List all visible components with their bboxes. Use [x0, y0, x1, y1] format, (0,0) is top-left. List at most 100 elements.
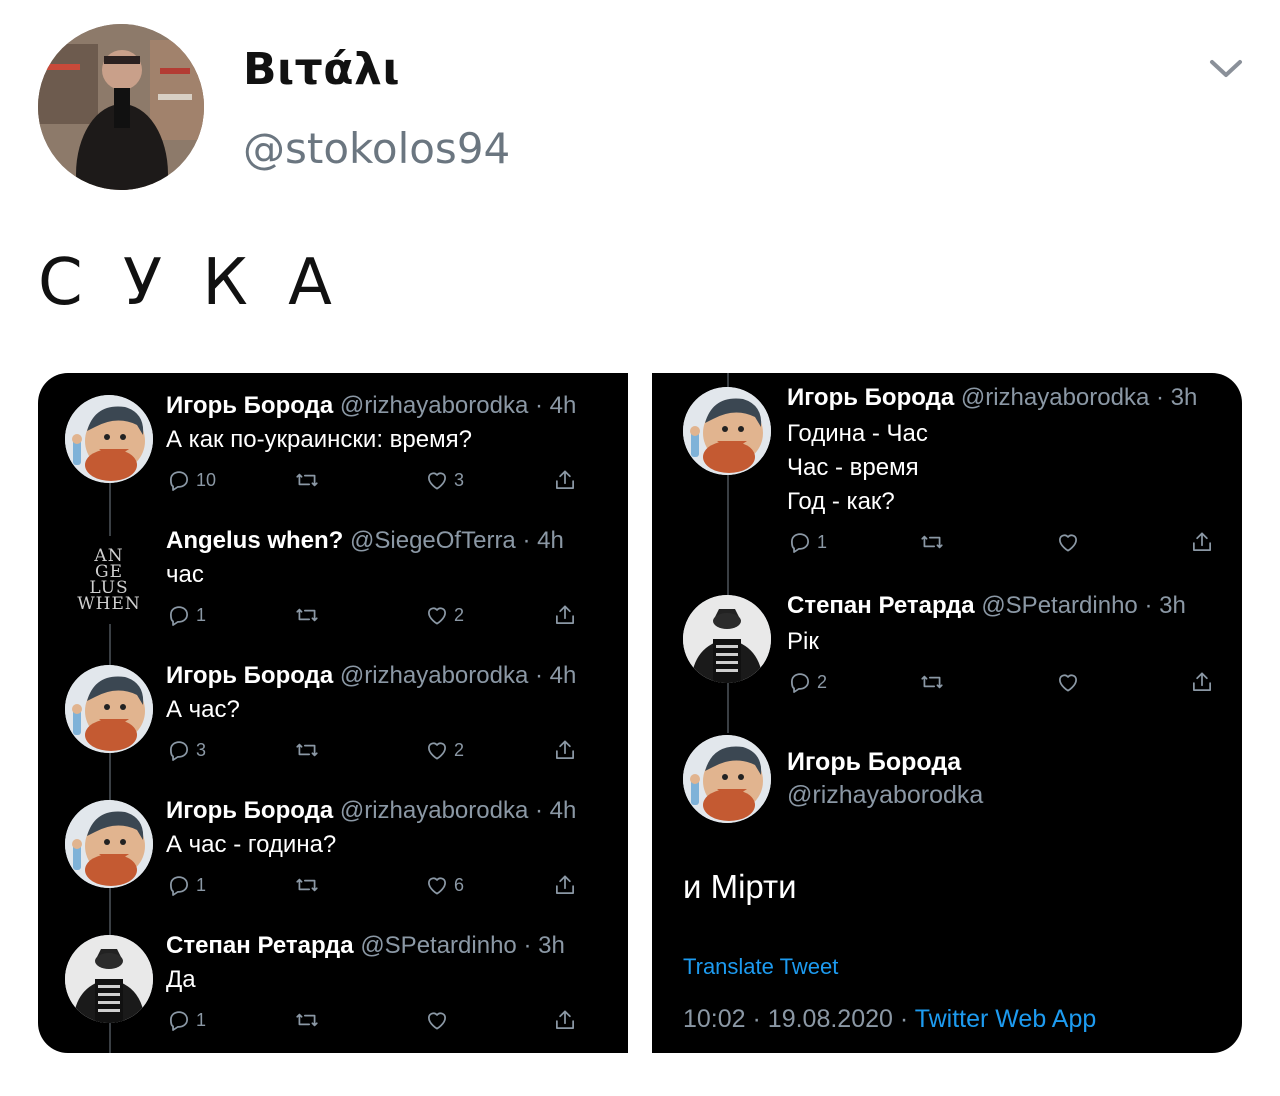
share-icon: [552, 602, 578, 628]
reply-tweet[interactable]: Степан Ретарда @SPetardinho · 3h Да 1: [38, 932, 628, 1045]
reply-author-name[interactable]: Степан Ретарда: [166, 932, 354, 959]
retweet-icon: [294, 737, 320, 763]
avatar[interactable]: [683, 387, 771, 475]
reply-time[interactable]: 4h: [550, 392, 577, 419]
share-icon: [1189, 669, 1215, 695]
retweet-button[interactable]: [919, 529, 949, 555]
reply-button[interactable]: 1: [166, 602, 206, 628]
author-name[interactable]: Βιτάλι: [243, 44, 400, 95]
like-count: 6: [454, 874, 465, 895]
reply-author-handle[interactable]: @rizhayaborodka: [340, 797, 528, 824]
focus-author-name[interactable]: Игорь Борода: [787, 748, 961, 777]
reply-icon: [166, 602, 192, 628]
retweet-button[interactable]: [294, 872, 324, 898]
like-button[interactable]: [1055, 529, 1085, 555]
reply-author-handle[interactable]: @rizhayaborodka: [340, 662, 528, 689]
author-handle[interactable]: @stokolos94: [243, 124, 510, 173]
reply-author-handle[interactable]: @SPetardinho: [981, 592, 1137, 619]
reply-tweet[interactable]: Степан Ретарда @SPetardinho · 3h Рік 2: [652, 592, 1242, 705]
reply-count: 1: [817, 531, 828, 552]
reply-author-name[interactable]: Игорь Борода: [166, 662, 333, 689]
share-button[interactable]: [552, 467, 578, 493]
retweet-button[interactable]: [919, 669, 949, 695]
avatar[interactable]: [683, 735, 771, 823]
share-button[interactable]: [552, 872, 578, 898]
like-button[interactable]: 3: [424, 467, 464, 493]
reply-author-name[interactable]: Игорь Борода: [166, 797, 333, 824]
avatar[interactable]: [65, 935, 153, 1023]
like-button[interactable]: 6: [424, 872, 464, 898]
reply-time[interactable]: 3h: [1171, 384, 1198, 411]
reply-time[interactable]: 4h: [550, 662, 577, 689]
screenshot-panel-left: Игорь Борода @rizhayaborodka · 4h А как …: [38, 373, 628, 1053]
reply-author-handle[interactable]: @SPetardinho: [360, 932, 516, 959]
reply-time[interactable]: 4h: [550, 797, 577, 824]
translate-tweet-link[interactable]: Translate Tweet: [683, 954, 838, 980]
avatar[interactable]: AN GE LUS WHEN: [65, 536, 153, 624]
avatar[interactable]: [65, 665, 153, 753]
separator-dot: ·: [534, 662, 543, 689]
focus-author-handle[interactable]: @rizhayaborodka: [787, 781, 983, 810]
retweet-button[interactable]: [294, 1007, 324, 1033]
focus-tweet-text: и Мірти: [683, 868, 797, 905]
share-button[interactable]: [552, 737, 578, 763]
reply-author-name[interactable]: Степан Ретарда: [787, 592, 975, 619]
screenshot-panel-right: Игорь Борода @rizhayaborodka · 3h Година…: [652, 373, 1242, 1053]
like-button[interactable]: 2: [424, 737, 464, 763]
avatar[interactable]: [683, 595, 771, 683]
reply-button[interactable]: 1: [787, 529, 827, 555]
like-icon: [424, 467, 450, 493]
share-button[interactable]: [552, 602, 578, 628]
reply-author-name[interactable]: Игорь Борода: [166, 392, 333, 419]
retweet-button[interactable]: [294, 737, 324, 763]
like-icon: [424, 872, 450, 898]
chevron-down-icon[interactable]: [1206, 52, 1246, 84]
reply-author-name[interactable]: Angelus when?: [166, 527, 343, 554]
reply-text: А час?: [166, 696, 240, 723]
reply-author-name[interactable]: Игорь Борода: [787, 384, 954, 411]
reply-time[interactable]: 3h: [1159, 592, 1186, 619]
retweet-icon: [294, 872, 320, 898]
share-button[interactable]: [1189, 529, 1215, 555]
reply-count: 2: [817, 671, 828, 692]
tweet-text: С У К А: [38, 246, 342, 320]
reply-button[interactable]: 2: [787, 669, 827, 695]
share-button[interactable]: [552, 1007, 578, 1033]
tweet-date[interactable]: 19.08.2020: [768, 1005, 893, 1033]
retweet-button[interactable]: [294, 467, 324, 493]
tweet-time[interactable]: 10:02: [683, 1005, 746, 1033]
reply-author-handle[interactable]: @rizhayaborodka: [340, 392, 528, 419]
separator-dot: ·: [752, 1005, 761, 1033]
separator-dot: ·: [1144, 592, 1153, 619]
reply-button[interactable]: 3: [166, 737, 206, 763]
reply-time[interactable]: 4h: [537, 527, 564, 554]
reply-tweet[interactable]: Игорь Борода @rizhayaborodka · 4h А час …: [38, 797, 628, 910]
reply-button[interactable]: 1: [166, 872, 206, 898]
tweet-source-app[interactable]: Twitter Web App: [915, 1005, 1097, 1033]
avatar[interactable]: [65, 395, 153, 483]
share-icon: [552, 467, 578, 493]
separator-dot: ·: [1155, 384, 1164, 411]
reply-tweet[interactable]: Игорь Борода @rizhayaborodka · 4h А час?…: [38, 662, 628, 775]
share-button[interactable]: [1189, 669, 1215, 695]
author-avatar[interactable]: [38, 24, 204, 190]
tweet-metadata: 10:02 · 19.08.2020 · Twitter Web App: [683, 1005, 1096, 1034]
like-button[interactable]: [1055, 669, 1085, 695]
reply-tweet[interactable]: Игорь Борода @rizhayaborodka · 4h А как …: [38, 392, 628, 505]
like-icon: [424, 602, 450, 628]
separator-dot: ·: [899, 1005, 909, 1033]
reply-tweet[interactable]: Игорь Борода @rizhayaborodka · 3h Година…: [652, 384, 1242, 587]
reply-tweet[interactable]: AN GE LUS WHEN Angelus when? @SiegeOfTer…: [38, 527, 628, 640]
reply-button[interactable]: 10: [166, 467, 216, 493]
like-icon: [1055, 529, 1081, 555]
reply-author-handle[interactable]: @rizhayaborodka: [961, 384, 1149, 411]
reply-author-handle[interactable]: @SiegeOfTerra: [350, 527, 516, 554]
like-button[interactable]: 2: [424, 602, 464, 628]
reply-text-line: Год - как?: [787, 488, 895, 515]
retweet-button[interactable]: [294, 602, 324, 628]
avatar[interactable]: [65, 800, 153, 888]
reply-button[interactable]: 1: [166, 1007, 206, 1033]
retweet-icon: [294, 1007, 320, 1033]
reply-time[interactable]: 3h: [538, 932, 565, 959]
like-button[interactable]: [424, 1007, 454, 1033]
